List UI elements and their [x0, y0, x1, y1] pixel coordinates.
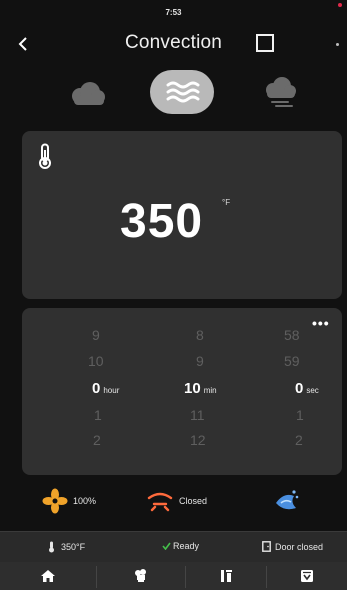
checkmark-icon [162, 542, 171, 550]
picker-item: 12 [190, 432, 206, 448]
picker-item: 8 [196, 327, 204, 343]
mode-combi-button[interactable] [260, 70, 300, 116]
more-options-icon[interactable]: ••• [312, 316, 330, 330]
info-temperature-text: 350°F [61, 542, 86, 552]
picker-item: 10 [88, 353, 104, 369]
spray-control[interactable] [272, 488, 300, 514]
mode-dry-button[interactable] [66, 70, 108, 116]
thermometer-small-icon [49, 541, 54, 553]
picker-selected: 0 sec [295, 380, 319, 397]
info-status: Ready [162, 541, 199, 551]
bottom-nav [0, 562, 347, 590]
nav-home[interactable] [0, 562, 96, 590]
convection-waves-icon [166, 81, 200, 103]
nav-cleaning[interactable] [267, 562, 347, 590]
mode-convection-button[interactable] [150, 70, 214, 114]
picker-item: 1 [94, 407, 102, 423]
picker-item: 2 [93, 432, 101, 448]
mode-selector [0, 70, 347, 118]
seconds-value: 0 [295, 380, 304, 397]
square-button[interactable] [256, 34, 274, 52]
temperature-value[interactable]: 350 [120, 194, 203, 249]
picker-item: 9 [92, 327, 100, 343]
damper-control[interactable]: Closed [146, 488, 207, 514]
picker-item: 9 [196, 353, 204, 369]
seconds-unit: sec [306, 386, 319, 395]
indicator-dot [336, 43, 339, 46]
picker-item: 1 [296, 407, 304, 423]
temperature-panel[interactable]: 350 °F [22, 131, 342, 299]
temperature-unit: °F [222, 198, 231, 207]
damper-icon [147, 492, 173, 512]
settings-icon [221, 570, 232, 582]
cloud-steam-icon [266, 77, 296, 107]
notification-dot [338, 3, 342, 7]
picker-item: 58 [284, 327, 300, 343]
hours-unit: hour [103, 386, 120, 395]
picker-selected: 10 min [184, 380, 217, 397]
info-door-text: Door closed [275, 541, 324, 552]
info-bar: 350°F Ready Door closed [0, 531, 347, 562]
picker-item: 11 [190, 407, 205, 423]
clock: 7:53 [165, 8, 182, 17]
water-spray-icon [276, 490, 299, 510]
fan-speed-label: 100% [73, 496, 97, 506]
nav-chef[interactable] [97, 562, 185, 590]
fan-icon [42, 488, 68, 514]
hours-value: 0 [92, 380, 101, 397]
info-temperature: 350°F [48, 541, 85, 553]
picker-item: 59 [284, 353, 300, 369]
timer-panel: ••• 9 10 0 hour 1 2 8 9 10 min 11 12 58 59… [22, 308, 342, 475]
page-title: Convection [124, 32, 223, 53]
picker-item: 2 [295, 432, 303, 448]
home-icon [41, 570, 55, 582]
damper-label: Closed [179, 496, 208, 506]
door-icon [262, 541, 271, 552]
chef-icon [135, 569, 146, 582]
status-bar: 7:53 [0, 0, 347, 22]
nav-settings[interactable] [186, 562, 266, 590]
fan-control[interactable]: 100% [42, 488, 96, 514]
cloud-icon [72, 82, 105, 105]
top-bar: Convection [0, 28, 347, 62]
info-door: Door closed [262, 541, 323, 552]
thermometer-icon [39, 143, 51, 169]
minutes-value: 10 [184, 380, 201, 397]
info-status-text: Ready [173, 541, 200, 551]
controls-row: 100% Closed [0, 482, 347, 520]
cleaning-icon [301, 570, 313, 582]
minutes-unit: min [203, 386, 217, 395]
picker-selected: 0 hour [92, 380, 119, 397]
